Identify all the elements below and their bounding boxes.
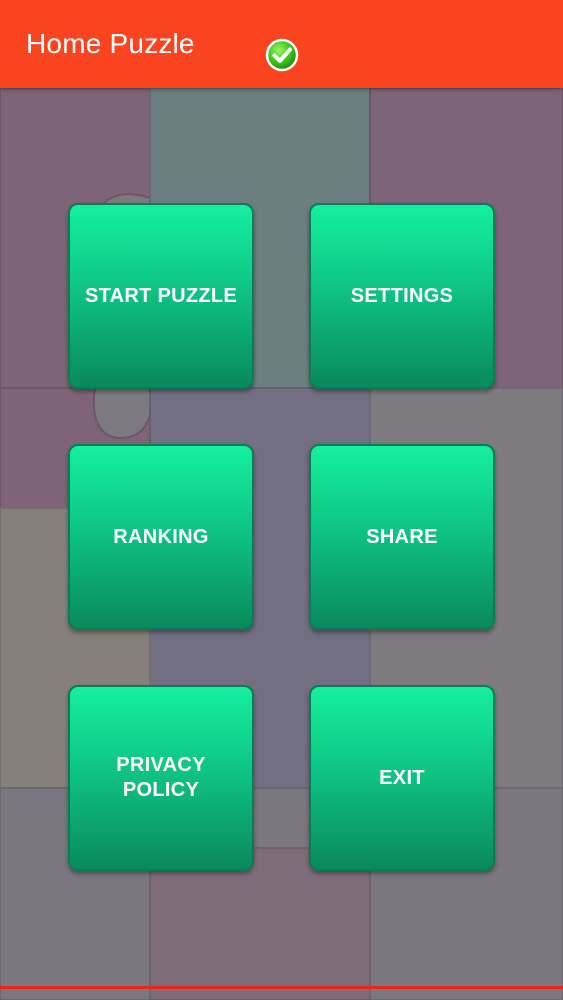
share-label: SHARE xyxy=(366,525,438,548)
start-puzzle-button[interactable]: START PUZZLE xyxy=(68,203,254,389)
settings-label: SETTINGS xyxy=(350,284,454,307)
ranking-button[interactable]: RANKING xyxy=(68,444,254,630)
home-screen: Home Puzzle START PUZZLE SETTINGS RANKIN… xyxy=(0,0,563,1000)
check-circle-icon xyxy=(265,38,299,72)
privacy-policy-label: PRIVACY POLICY xyxy=(116,754,206,801)
app-bar: Home Puzzle xyxy=(0,0,563,88)
exit-label: EXIT xyxy=(379,766,425,789)
settings-button[interactable]: SETTINGS xyxy=(309,203,495,389)
bottom-divider xyxy=(0,986,563,989)
privacy-policy-button[interactable]: PRIVACY POLICY xyxy=(68,685,254,871)
share-button[interactable]: SHARE xyxy=(309,444,495,630)
exit-button[interactable]: EXIT xyxy=(309,685,495,871)
ranking-label: RANKING xyxy=(113,525,209,548)
app-title: Home Puzzle xyxy=(26,28,195,59)
start-puzzle-label: START PUZZLE xyxy=(84,284,238,307)
